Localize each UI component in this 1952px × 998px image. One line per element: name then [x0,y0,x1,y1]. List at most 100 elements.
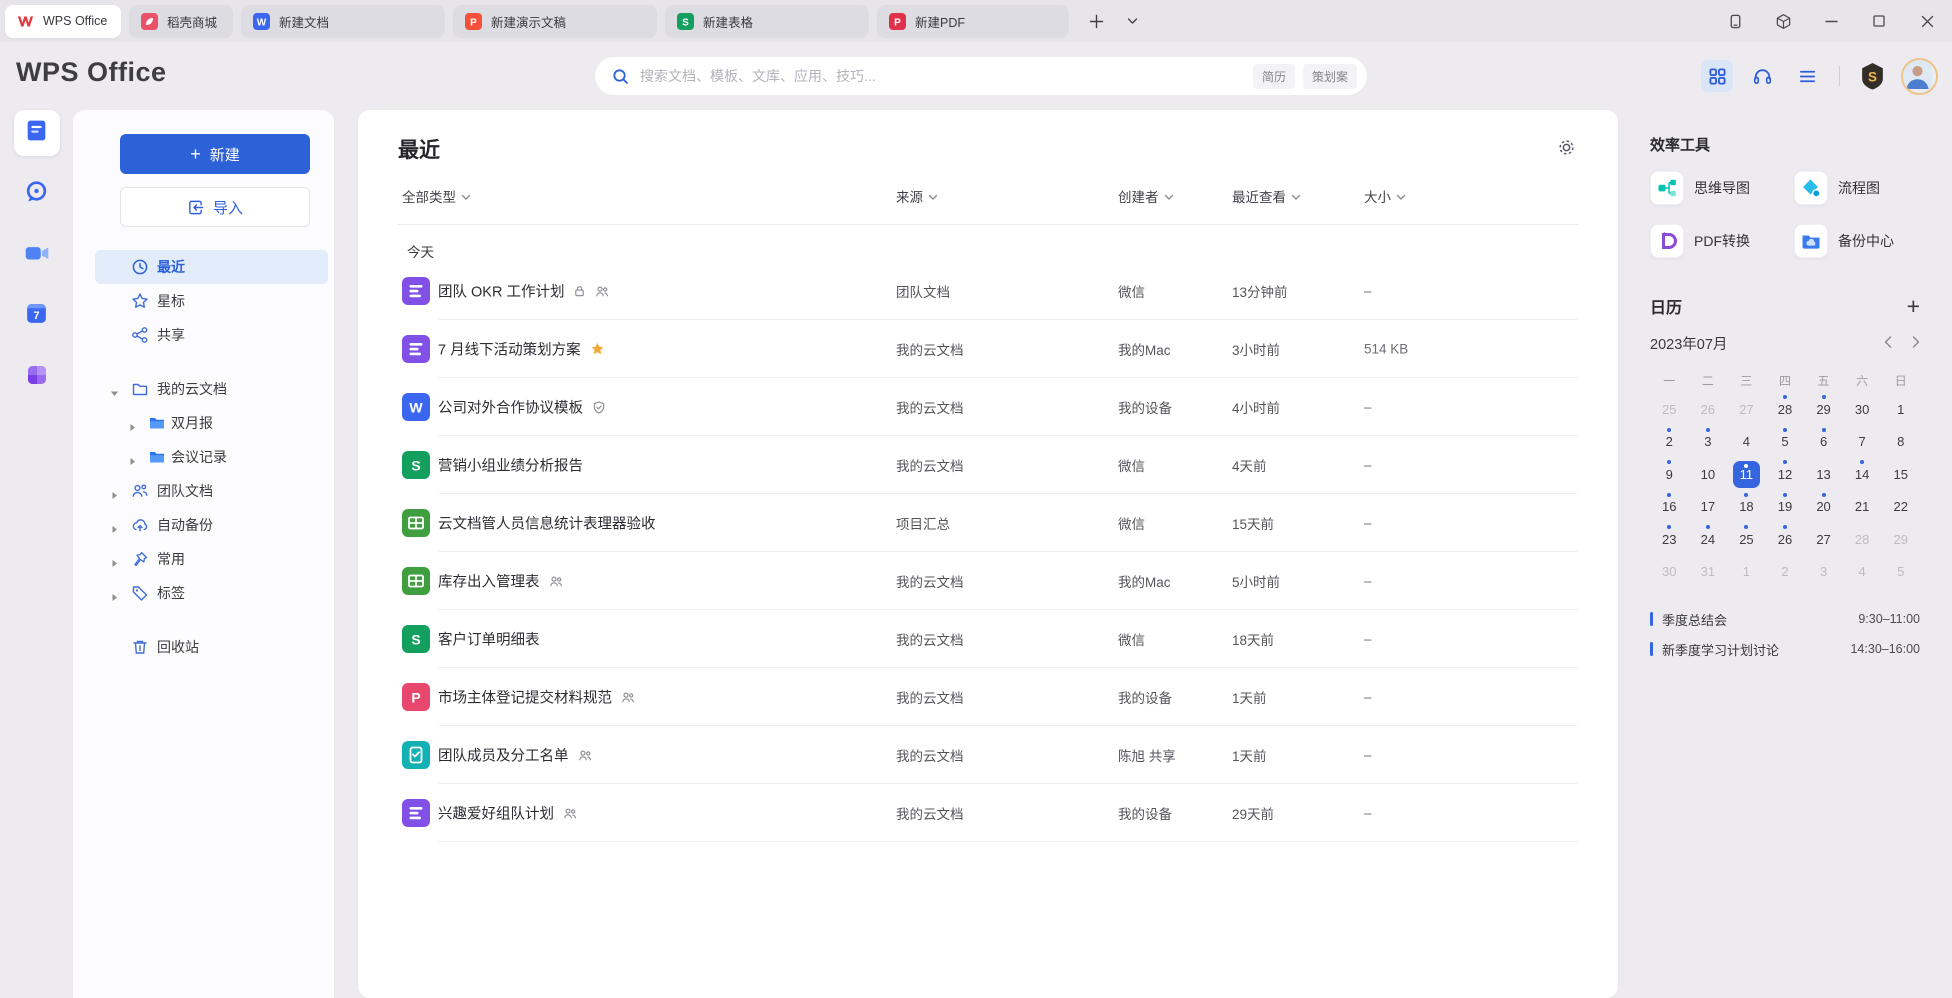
file-row[interactable]: 团队 OKR 工作计划团队文档微信13分钟前– [358,262,1618,320]
calendar-day[interactable]: 14 [1843,458,1882,491]
calendar-day[interactable]: 26 [1689,393,1728,426]
calendar-day[interactable]: 31 [1689,556,1728,589]
calendar-day[interactable]: 30 [1650,556,1689,589]
import-button[interactable]: 导入 [120,187,310,227]
mobile-sync-button[interactable] [1726,12,1744,30]
file-row[interactable]: W公司对外合作协议模板我的云文档我的设备4小时前– [358,378,1618,436]
calendar-day[interactable]: 2 [1766,556,1805,589]
support-button[interactable] [1746,60,1778,92]
maximize-button[interactable] [1870,12,1888,30]
filter-dropdown-4[interactable]: 大小 [1364,186,1406,206]
file-row[interactable]: 兴趣爱好组队计划我的云文档我的设备29天前– [358,784,1618,842]
rail-item-meeting[interactable] [14,232,60,278]
calendar-day[interactable]: 7 [1843,426,1882,459]
tab-document[interactable]: P新建演示文稿 [453,5,657,38]
rail-item-apps[interactable] [14,354,60,400]
calendar-day[interactable]: 21 [1843,491,1882,524]
sidebar-item-8[interactable]: 常用 [95,542,328,576]
expander-closed-icon[interactable] [110,589,119,598]
calendar-day[interactable]: 1 [1727,556,1766,589]
sidebar-item-4[interactable]: 双月报 [95,406,328,440]
calendar-day[interactable]: 24 [1689,523,1728,556]
calendar-day[interactable]: 29 [1804,393,1843,426]
calendar-day[interactable]: 27 [1727,393,1766,426]
calendar-day[interactable]: 29 [1881,523,1920,556]
calendar-day[interactable]: 2 [1650,426,1689,459]
file-row[interactable]: 云文档管人员信息统计表理器验收项目汇总微信15天前– [358,494,1618,552]
calendar-day[interactable]: 4 [1727,426,1766,459]
rail-item-documents[interactable] [14,110,60,156]
calendar-day[interactable]: 1 [1881,393,1920,426]
expander-closed-icon[interactable] [128,419,137,428]
file-row[interactable]: S客户订单明细表我的云文档微信18天前– [358,610,1618,668]
calendar-day[interactable]: 17 [1689,491,1728,524]
tab-home[interactable]: WPS Office [5,5,121,38]
calendar-day[interactable]: 23 [1650,523,1689,556]
apps-grid-button[interactable] [1701,60,1733,92]
sidebar-item-6[interactable]: 团队文档 [95,474,328,508]
search-tag-chip[interactable]: 简历 [1253,64,1295,89]
tool-mindmap[interactable]: 思维导图 [1650,171,1794,205]
sidebar-item-1[interactable]: 星标 [95,284,328,318]
calendar-day[interactable]: 15 [1881,458,1920,491]
membership-badge[interactable]: S [1856,60,1888,92]
file-row[interactable]: 7 月线下活动策划方案我的云文档我的Mac3小时前514 KB [358,320,1618,378]
calendar-day[interactable]: 8 [1881,426,1920,459]
tool-pdfconvert[interactable]: PDF转换 [1650,224,1794,258]
filter-dropdown-2[interactable]: 创建者 [1118,186,1174,206]
sidebar-item-9[interactable]: 标签 [95,576,328,610]
calendar-prev-button[interactable] [1884,335,1892,353]
sidebar-item-10[interactable]: 回收站 [95,630,328,664]
sidebar-item-0[interactable]: 最近 [95,250,328,284]
expander-open-icon[interactable] [110,385,119,394]
file-row[interactable]: 团队成员及分工名单我的云文档陈旭 共享1天前– [358,726,1618,784]
calendar-event[interactable]: 新季度学习计划讨论14:30–16:00 [1650,634,1920,664]
sidebar-item-5[interactable]: 会议记录 [95,440,328,474]
calendar-day[interactable]: 20 [1804,491,1843,524]
tab-document[interactable]: P新建PDF [877,5,1069,38]
tab-list-dropdown-button[interactable] [1121,10,1143,32]
calendar-day-selected[interactable]: 11 [1727,458,1766,491]
calendar-day[interactable]: 19 [1766,491,1805,524]
workspace-button[interactable] [1774,12,1792,30]
search-bar[interactable]: 搜索文档、模板、文库、应用、技巧... 简历策划案 [595,57,1367,95]
calendar-day[interactable]: 30 [1843,393,1882,426]
new-tab-button[interactable] [1085,10,1107,32]
close-button[interactable] [1918,12,1936,30]
sidebar-item-7[interactable]: 自动备份 [95,508,328,542]
calendar-day[interactable]: 12 [1766,458,1805,491]
user-avatar[interactable] [1901,58,1938,95]
calendar-day[interactable]: 10 [1689,458,1728,491]
filter-dropdown-1[interactable]: 来源 [896,186,938,206]
tool-backup[interactable]: 备份中心 [1794,224,1920,258]
calendar-day[interactable]: 9 [1650,458,1689,491]
expander-closed-icon[interactable] [110,521,119,530]
calendar-day[interactable]: 28 [1843,523,1882,556]
calendar-day[interactable]: 3 [1804,556,1843,589]
calendar-day[interactable]: 16 [1650,491,1689,524]
new-document-button[interactable]: +新建 [120,134,310,174]
calendar-day[interactable]: 27 [1804,523,1843,556]
calendar-event[interactable]: 季度总结会9:30–11:00 [1650,604,1920,634]
search-tag-chip[interactable]: 策划案 [1303,64,1357,89]
file-row[interactable]: P市场主体登记提交材料规范我的云文档我的设备1天前– [358,668,1618,726]
calendar-day[interactable]: 3 [1689,426,1728,459]
rail-item-calendar-app[interactable]: 7 [14,293,60,339]
minimize-button[interactable] [1822,12,1840,30]
calendar-day[interactable]: 5 [1881,556,1920,589]
rail-item-chat[interactable] [14,171,60,217]
main-menu-button[interactable] [1791,60,1823,92]
sidebar-item-2[interactable]: 共享 [95,318,328,352]
tab-document[interactable]: S新建表格 [665,5,869,38]
filter-dropdown-0[interactable]: 全部类型 [402,186,471,206]
calendar-day[interactable]: 22 [1881,491,1920,524]
calendar-day[interactable]: 6 [1804,426,1843,459]
calendar-day[interactable]: 13 [1804,458,1843,491]
calendar-day[interactable]: 25 [1727,523,1766,556]
expander-closed-icon[interactable] [110,487,119,496]
calendar-day[interactable]: 18 [1727,491,1766,524]
settings-gear-icon[interactable] [1557,138,1576,157]
file-row[interactable]: 库存出入管理表我的云文档我的Mac5小时前– [358,552,1618,610]
calendar-day[interactable]: 26 [1766,523,1805,556]
calendar-day[interactable]: 28 [1766,393,1805,426]
